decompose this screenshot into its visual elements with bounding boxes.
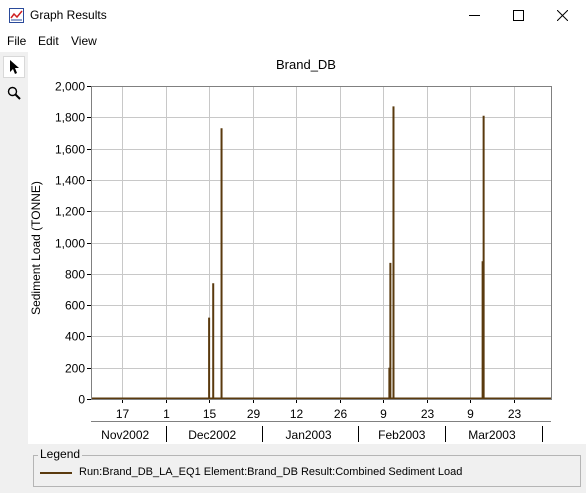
- app-icon: [9, 8, 24, 23]
- month-label: Nov2002: [101, 428, 149, 442]
- y-axis-ticks: 0 200 400 600 800 1,000 1,200 1,400 1,600 1,800 2,…: [55, 80, 91, 407]
- x-tick-label: 29: [247, 407, 261, 421]
- tool-palette: [0, 52, 28, 493]
- pointer-tool-button[interactable]: [3, 56, 25, 78]
- y-tick-label: 200: [65, 362, 85, 376]
- title-bar: Graph Results: [0, 0, 586, 31]
- menu-view[interactable]: View: [71, 34, 97, 48]
- x-axis-ticks: 17 1 15 29 12 26 9 23 9 23 Nov2002 Dec2002 Jan2003 Fe…: [101, 399, 543, 442]
- y-tick-label: 1,400: [55, 174, 85, 188]
- chart-title: Brand_DB: [276, 57, 336, 72]
- minimize-icon: [468, 15, 480, 16]
- window-title: Graph Results: [30, 8, 107, 22]
- menu-file[interactable]: File: [7, 34, 26, 48]
- x-tick-label: 23: [421, 407, 435, 421]
- legend-title: Legend: [38, 447, 83, 461]
- pointer-arrow-icon: [10, 60, 19, 74]
- magnifier-icon: [7, 86, 21, 100]
- menu-bar: File Edit View: [0, 31, 586, 52]
- menu-edit[interactable]: Edit: [38, 34, 59, 48]
- close-icon: [556, 10, 568, 21]
- y-tick-label: 1,600: [55, 143, 85, 157]
- legend-entry: Run:Brand_DB_LA_EQ1 Element:Brand_DB Res…: [79, 466, 463, 478]
- zoom-tool-button[interactable]: [3, 82, 25, 104]
- maximize-button[interactable]: [496, 0, 540, 31]
- x-tick-label: 15: [203, 407, 217, 421]
- month-label: Feb2003: [378, 428, 426, 442]
- y-tick-label: 1,800: [55, 111, 85, 125]
- legend-swatch: [40, 472, 72, 474]
- x-tick-label: 12: [290, 407, 304, 421]
- month-label: Dec2002: [188, 428, 236, 442]
- y-tick-label: 800: [65, 268, 85, 282]
- sediment-load-chart: Brand_DB Sediment Load (TONNE) 0 200 400 60…: [29, 57, 552, 442]
- x-tick-label: 23: [508, 407, 522, 421]
- chart-panel: Brand_DB Sediment Load (TONNE) 0 200 400 60…: [28, 52, 586, 444]
- minimize-button[interactable]: [452, 0, 496, 31]
- y-tick-label: 2,000: [55, 80, 85, 94]
- y-tick-label: 0: [78, 393, 85, 407]
- maximize-icon: [512, 10, 524, 21]
- x-tick-label: 17: [116, 407, 130, 421]
- close-button[interactable]: [540, 0, 584, 31]
- x-tick-label: 26: [334, 407, 348, 421]
- y-tick-label: 1,000: [55, 237, 85, 251]
- x-tick-label: 9: [467, 407, 474, 421]
- y-axis-label: Sediment Load (TONNE): [29, 181, 43, 315]
- x-tick-label: 9: [380, 407, 387, 421]
- y-tick-label: 1,200: [55, 205, 85, 219]
- y-tick-label: 600: [65, 299, 85, 313]
- x-tick-label: 1: [163, 407, 170, 421]
- y-tick-label: 400: [65, 330, 85, 344]
- series-sediment-load: [91, 106, 551, 400]
- month-label: Mar2003: [468, 428, 516, 442]
- month-label: Jan2003: [286, 428, 332, 442]
